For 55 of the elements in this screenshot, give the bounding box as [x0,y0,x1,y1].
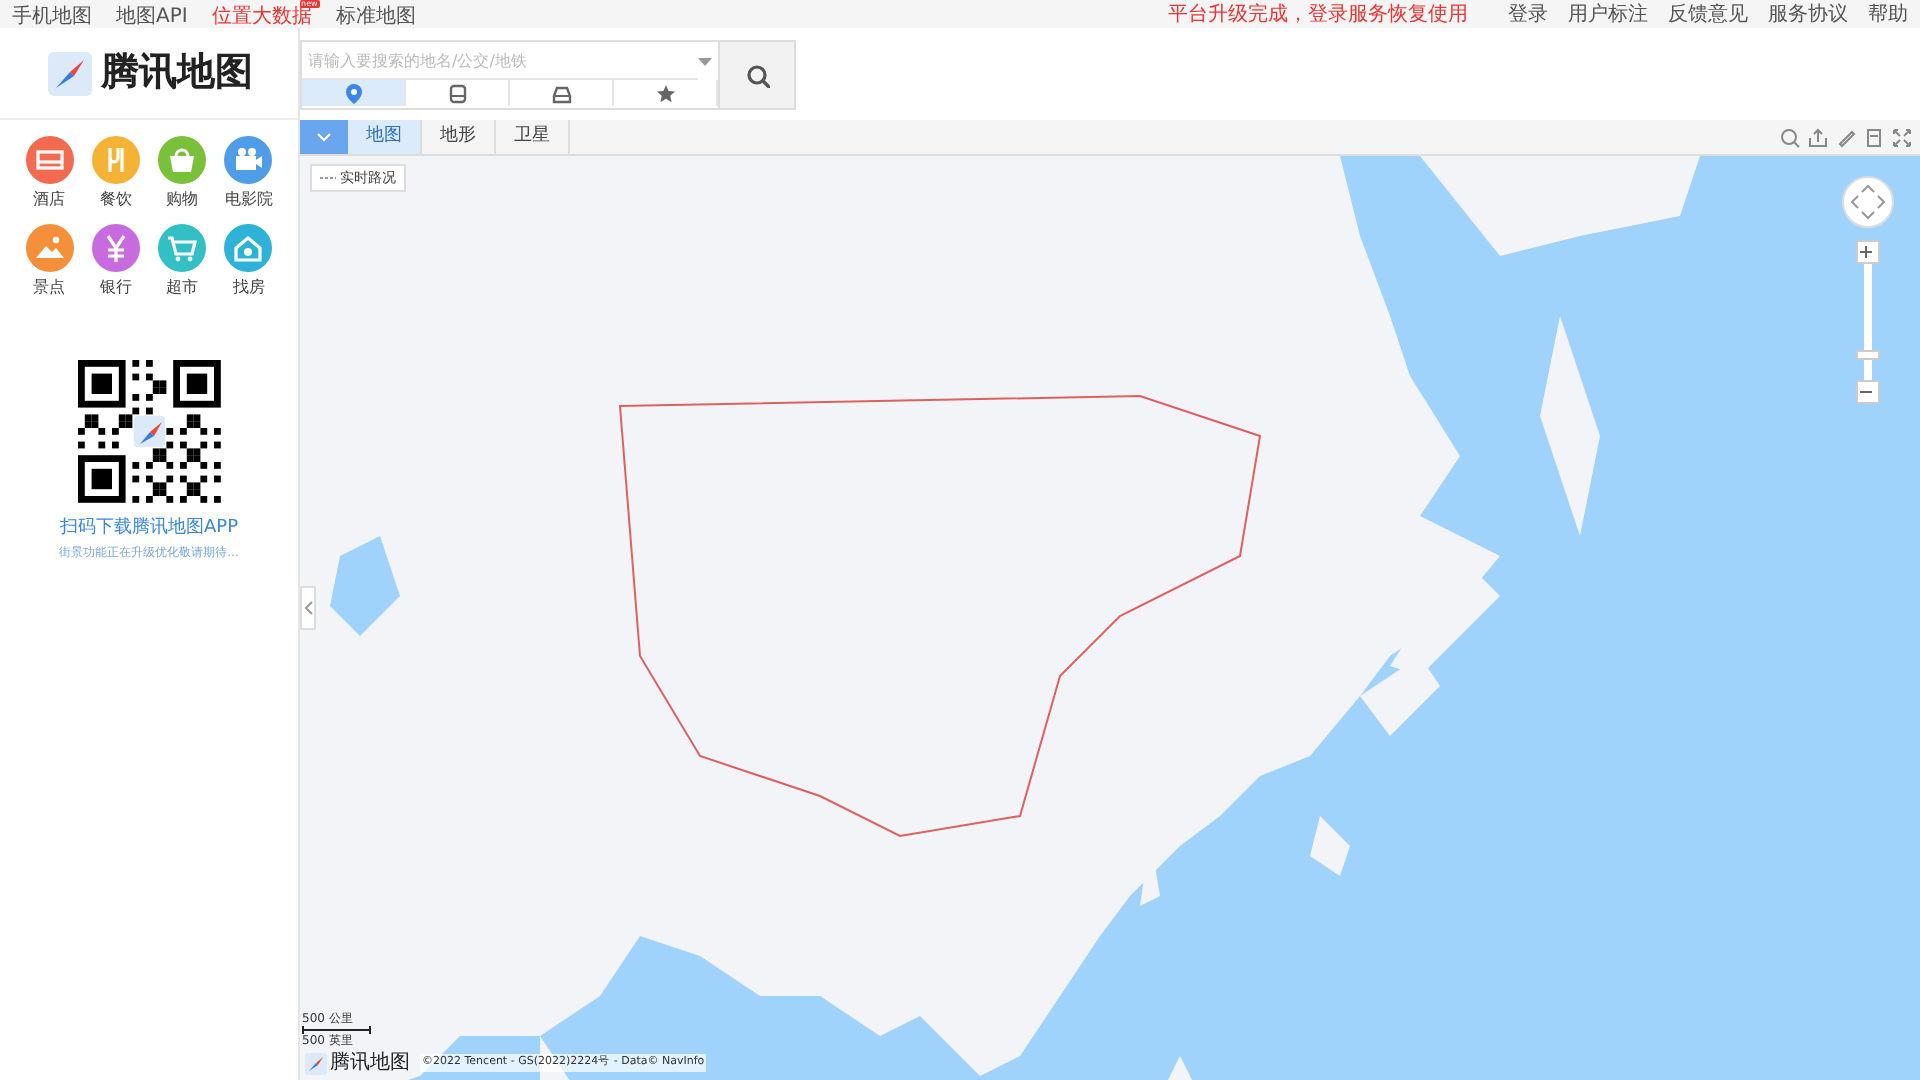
nav-link[interactable]: 帮助 [1868,0,1908,29]
chevron-left-icon [303,600,313,616]
category-label[interactable]: 餐饮 [99,188,132,212]
notice-text: 平台升级完成，登录服务恢复使用 [1168,1,1468,29]
search-box[interactable]: 请输入要搜索的地名/公交/地铁 [300,40,796,110]
map-pin-icon [343,83,363,103]
cinema-category-icon[interactable] [224,136,273,184]
fullscreen-icon[interactable] [1892,127,1912,147]
search-button[interactable] [718,42,794,108]
bank-category-icon[interactable] [91,224,140,272]
zoom-out-button[interactable] [1856,380,1880,404]
category-label[interactable]: 银行 [99,276,132,300]
dropdown-caret-icon [698,57,712,65]
nav-link[interactable]: 地图API [116,8,188,28]
chevron-down-icon [316,132,332,142]
nav-link[interactable]: 手机地图 [12,8,92,28]
scenic-category-icon[interactable] [25,224,74,272]
map-type-tab[interactable]: 地图 [348,120,422,154]
qr-code [77,360,221,504]
zoom-slider-thumb[interactable] [1856,350,1880,361]
logo-text: 腾讯地图 [101,48,253,99]
pan-control[interactable] [1842,176,1894,228]
shop-category-icon[interactable] [158,136,207,184]
map-pin-mode-tab[interactable] [302,80,406,106]
logo-text: 腾讯地图 [330,1049,410,1078]
zoom-in-button[interactable] [1856,240,1880,264]
category-label[interactable]: 找房 [232,276,265,300]
promo-title: 扫码下载腾讯地图APP [59,516,238,542]
search-map-icon[interactable] [1780,127,1800,147]
category-label[interactable]: 酒店 [33,188,66,212]
search-icon [745,63,769,87]
nav-link[interactable]: 标准地图 [335,8,416,28]
house-category-icon[interactable] [224,224,273,272]
dashes-icon [320,174,336,182]
star-icon [655,83,675,103]
layer-toggle-button[interactable] [300,120,348,154]
ruler-icon[interactable] [1836,127,1856,147]
scale-bar [302,1026,372,1034]
hotel-category-icon[interactable] [25,136,74,184]
nav-link[interactable]: 登录 [1508,0,1548,29]
category-label[interactable]: 景点 [33,276,66,300]
plus-icon [1858,244,1874,260]
print-icon[interactable] [1864,127,1884,147]
nav-link[interactable]: 用户标注 [1568,0,1648,29]
category-label[interactable]: 电影院 [224,188,273,212]
market-category-icon[interactable] [158,224,207,272]
category-label[interactable]: 购物 [166,188,199,212]
food-category-icon[interactable] [91,136,140,184]
nav-link[interactable]: 服务协议 [1768,0,1848,29]
category-label[interactable]: 超市 [166,276,199,300]
logo-icon [304,1051,328,1075]
nav-link[interactable]: 反馈意见 [1668,0,1748,29]
share-icon[interactable] [1808,127,1828,147]
logo-icon [45,49,93,97]
collapse-panel-button[interactable] [300,586,316,630]
